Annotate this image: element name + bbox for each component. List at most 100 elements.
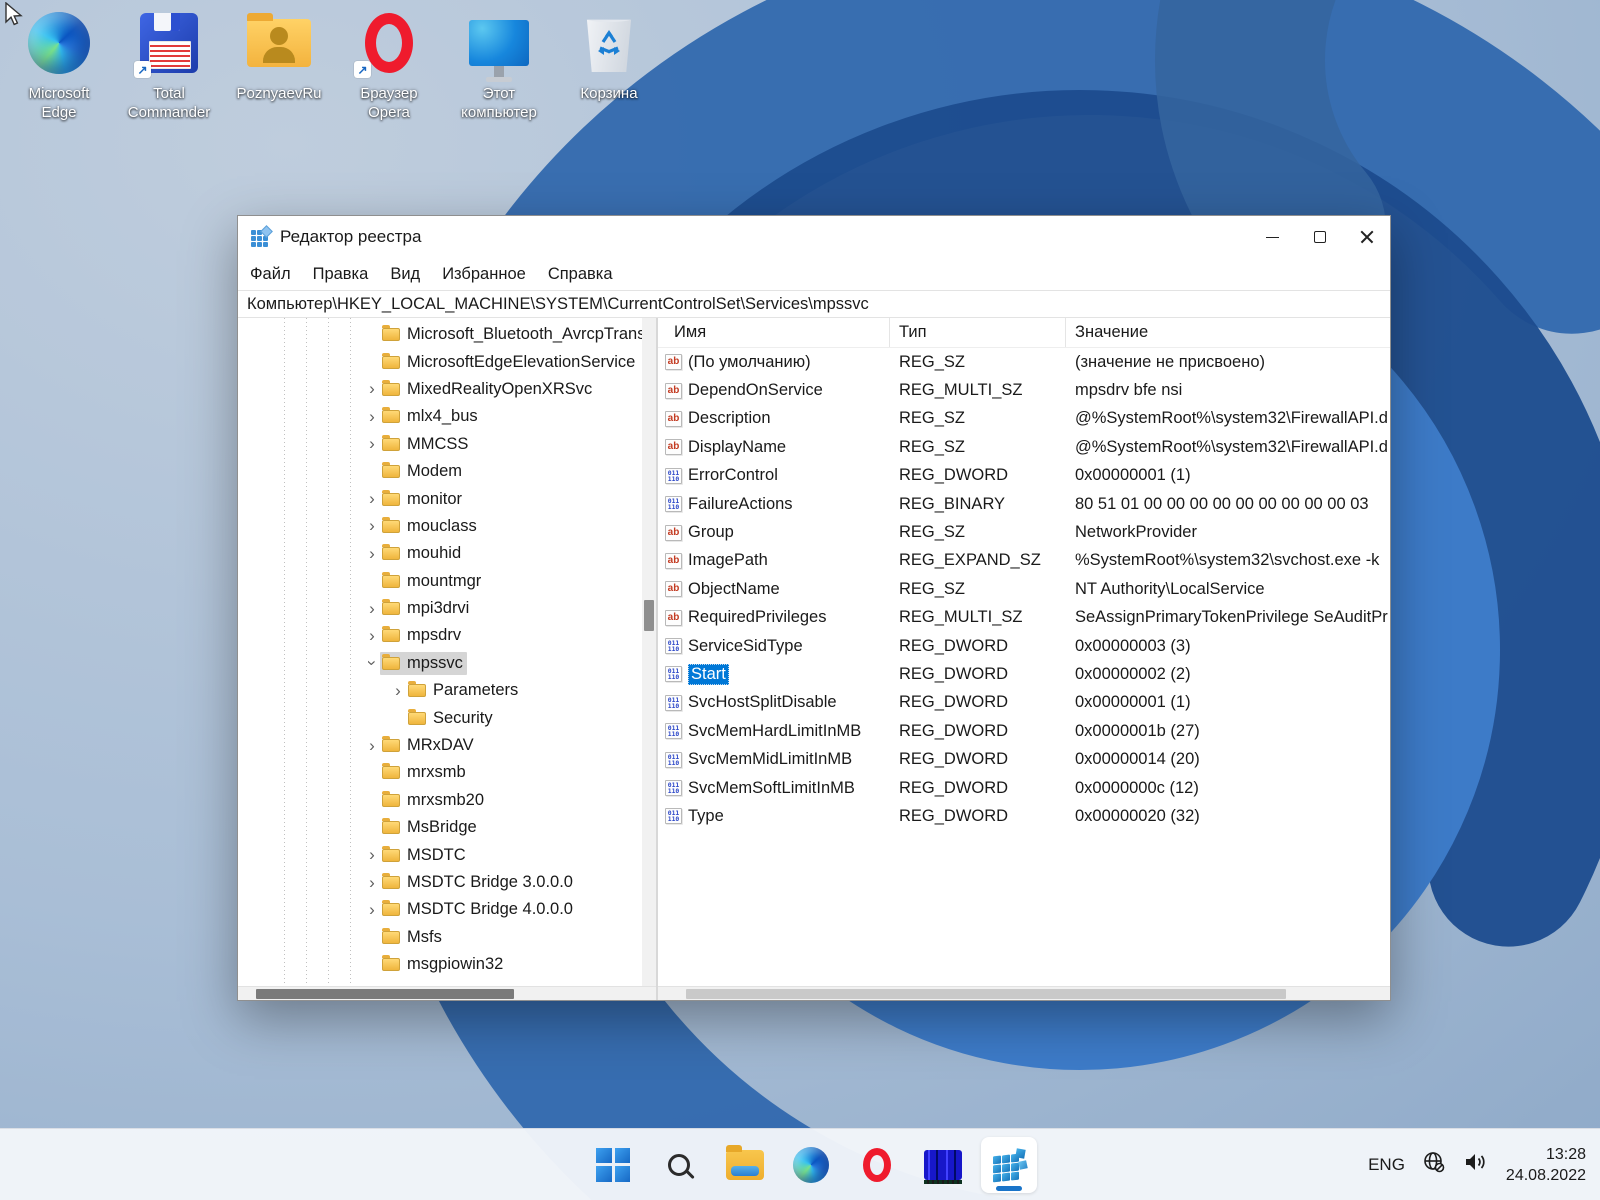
chevron-right-icon[interactable]: ›	[364, 408, 380, 425]
network-globe-icon[interactable]	[1422, 1150, 1446, 1179]
tree-item[interactable]: › MixedRealityOpenXRSvc	[238, 376, 642, 403]
address-bar[interactable]: Компьютер\HKEY_LOCAL_MACHINE\SYSTEM\Curr…	[238, 290, 1390, 318]
tree-item[interactable]: mrxsmb	[238, 759, 642, 786]
desktop-icon-poznyaevru[interactable]: PoznyaevRu	[224, 6, 334, 122]
chevron-right-icon[interactable]: ›	[364, 517, 380, 534]
value-row[interactable]: ab (По умолчанию) REG_SZ (значение не присв…	[658, 348, 1390, 376]
value-type: REG_SZ	[899, 409, 966, 428]
tree-item[interactable]: Security	[238, 704, 642, 731]
tree-item-label: mpsdrv	[407, 626, 462, 645]
scrollbar-thumb[interactable]	[686, 989, 1286, 999]
value-row[interactable]: ab DependOnService REG_MULTI_SZ mpsdrv bfe …	[658, 376, 1390, 404]
value-row[interactable]: 011 110 SvcMemSoftLimitInMB REG_DWORD 0x0000…	[658, 774, 1390, 802]
value-row[interactable]: ab RequiredPrivileges REG_MULTI_SZ SeAssign…	[658, 604, 1390, 632]
chevron-right-icon[interactable]: ›	[364, 380, 380, 397]
tree-item[interactable]: › MSDTC	[238, 841, 642, 868]
titlebar[interactable]: Редактор реестра	[238, 216, 1390, 258]
edge-icon	[28, 12, 90, 74]
tree-item[interactable]: › MSDTC Bridge 4.0.0.0	[238, 896, 642, 923]
value-row[interactable]: 011 110 FailureActions REG_BINARY 80 51 01 0…	[658, 490, 1390, 518]
value-row[interactable]: 011 110 SvcMemMidLimitInMB REG_DWORD 0x00000…	[658, 745, 1390, 773]
taskbar-search-button[interactable]	[651, 1137, 707, 1193]
chevron-right-icon[interactable]: ›	[390, 682, 406, 699]
chevron-right-icon[interactable]: ›	[364, 627, 380, 644]
column-header-value[interactable]: Значение	[1066, 318, 1390, 347]
clock[interactable]: 13:28 24.08.2022	[1506, 1144, 1586, 1186]
chevron-right-icon[interactable]: ›	[364, 846, 380, 863]
tree-item[interactable]: Microsoft_Bluetooth_AvrcpTransport	[238, 321, 642, 348]
tree-item[interactable]: msgpiowin32	[238, 951, 642, 978]
tree-horizontal-scrollbar[interactable]	[238, 986, 656, 1000]
chevron-right-icon[interactable]: ›	[364, 435, 380, 452]
value-data: @%SystemRoot%\system32\FirewallAPI.d	[1075, 437, 1388, 456]
chevron-down-icon[interactable]: ›	[363, 655, 382, 671]
value-row[interactable]: ab Group REG_SZ NetworkProvider	[658, 518, 1390, 546]
value-row[interactable]: 011 110 SvcHostSplitDisable REG_DWORD 0x0000…	[658, 689, 1390, 717]
menu-help[interactable]: Справка	[537, 261, 624, 288]
tree-item[interactable]: › MMCSS	[238, 431, 642, 458]
taskbar-registry-editor-active[interactable]	[981, 1136, 1037, 1193]
tree-item[interactable]: Msfs	[238, 924, 642, 951]
chevron-right-icon[interactable]: ›	[364, 600, 380, 617]
desktop-icon-recycle-bin[interactable]: Корзина	[554, 6, 664, 122]
chevron-right-icon[interactable]: ›	[364, 545, 380, 562]
tree-item[interactable]: › mouclass	[238, 513, 642, 540]
value-row[interactable]: 011 110 SvcMemHardLimitInMB REG_DWORD 0x0000…	[658, 717, 1390, 745]
values-horizontal-scrollbar[interactable]	[658, 986, 1390, 1000]
tree-item[interactable]: › mpi3drvi	[238, 595, 642, 622]
tree-item[interactable]: Modem	[238, 458, 642, 485]
tree-item[interactable]: › monitor	[238, 485, 642, 512]
column-header-name[interactable]: Имя	[658, 318, 890, 347]
taskbar-file-explorer[interactable]	[717, 1137, 773, 1193]
menu-view[interactable]: Вид	[379, 261, 431, 288]
tree-item[interactable]: › mpsdrv	[238, 622, 642, 649]
tree-item[interactable]: mrxsmb20	[238, 787, 642, 814]
menu-favorites[interactable]: Избранное	[431, 261, 537, 288]
value-row[interactable]: ab DisplayName REG_SZ @%SystemRoot%\system3…	[658, 433, 1390, 461]
minimize-button[interactable]	[1249, 216, 1296, 258]
value-data: 0x00000001 (1)	[1075, 693, 1191, 712]
value-row[interactable]: 011 110 ServiceSidType REG_DWORD 0x00000003 …	[658, 632, 1390, 660]
value-row[interactable]: 011 110 Type REG_DWORD 0x00000020 (32)	[658, 802, 1390, 830]
tree-item[interactable]: mountmgr	[238, 568, 642, 595]
column-header-type[interactable]: Тип	[890, 318, 1066, 347]
tree-item[interactable]: › Parameters	[238, 677, 642, 704]
tree-item[interactable]: MicrosoftEdgeElevationService	[238, 348, 642, 375]
scrollbar-thumb[interactable]	[644, 600, 654, 631]
tree-item[interactable]: › mpssvc	[238, 650, 642, 677]
taskbar-edge[interactable]	[783, 1137, 839, 1193]
value-row[interactable]: ab Description REG_SZ @%SystemRoot%\system3…	[658, 405, 1390, 433]
chevron-right-icon[interactable]: ›	[364, 901, 380, 918]
desktop-icon-label: Total Commander	[127, 85, 211, 121]
tree-vertical-scrollbar[interactable]	[642, 318, 656, 986]
value-row[interactable]: ab ImagePath REG_EXPAND_SZ %SystemRoot%\sys…	[658, 547, 1390, 575]
taskbar-memory-app[interactable]	[915, 1137, 971, 1193]
tree-item[interactable]: › MRxDAV	[238, 732, 642, 759]
taskbar-opera[interactable]	[849, 1137, 905, 1193]
desktop-icon-total-commander[interactable]: ↗ Total Commander	[114, 6, 224, 122]
desktop-icon-this-pc[interactable]: Этот компьютер	[444, 6, 554, 122]
folder-icon	[382, 900, 400, 917]
chevron-right-icon[interactable]: ›	[364, 490, 380, 507]
string-value-icon: ab	[665, 524, 682, 541]
volume-icon[interactable]	[1463, 1150, 1489, 1179]
start-button[interactable]	[585, 1137, 641, 1193]
tree-item[interactable]: › MSDTC Bridge 3.0.0.0	[238, 869, 642, 896]
desktop-icon-opera[interactable]: ↗ Браузер Opera	[334, 6, 444, 122]
scrollbar-thumb[interactable]	[256, 989, 514, 999]
chevron-right-icon[interactable]: ›	[364, 874, 380, 891]
maximize-button[interactable]	[1296, 216, 1343, 258]
menu-file[interactable]: Файл	[239, 261, 302, 288]
tree-item[interactable]: MsBridge	[238, 814, 642, 841]
value-type: REG_SZ	[899, 523, 966, 542]
close-button[interactable]	[1343, 216, 1390, 258]
value-row[interactable]: 011 110 Start REG_DWORD 0x00000002 (2)	[658, 660, 1390, 688]
memory-module-icon	[924, 1149, 962, 1184]
value-row[interactable]: 011 110 ErrorControl REG_DWORD 0x00000001 (1…	[658, 462, 1390, 490]
menu-edit[interactable]: Правка	[302, 261, 380, 288]
language-indicator[interactable]: ENG	[1368, 1155, 1405, 1175]
chevron-right-icon[interactable]: ›	[364, 737, 380, 754]
tree-item[interactable]: › mlx4_bus	[238, 403, 642, 430]
tree-item[interactable]: › mouhid	[238, 540, 642, 567]
value-row[interactable]: ab ObjectName REG_SZ NT Authority\LocalServ…	[658, 575, 1390, 603]
